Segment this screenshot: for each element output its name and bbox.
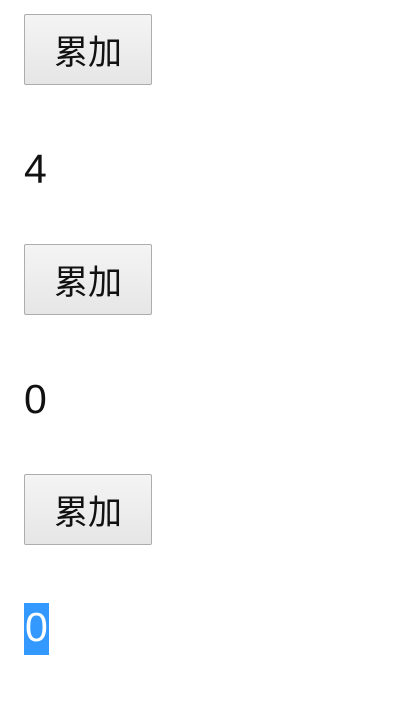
counter-2-add-button[interactable]: 累加	[24, 244, 152, 315]
counter-2-value: 0	[24, 376, 47, 422]
counter-3-add-button[interactable]: 累加	[24, 474, 152, 545]
counter-3-value: 0	[24, 603, 49, 655]
counter-1-add-button[interactable]: 累加	[24, 14, 152, 85]
counter-1-value: 4	[24, 146, 47, 192]
